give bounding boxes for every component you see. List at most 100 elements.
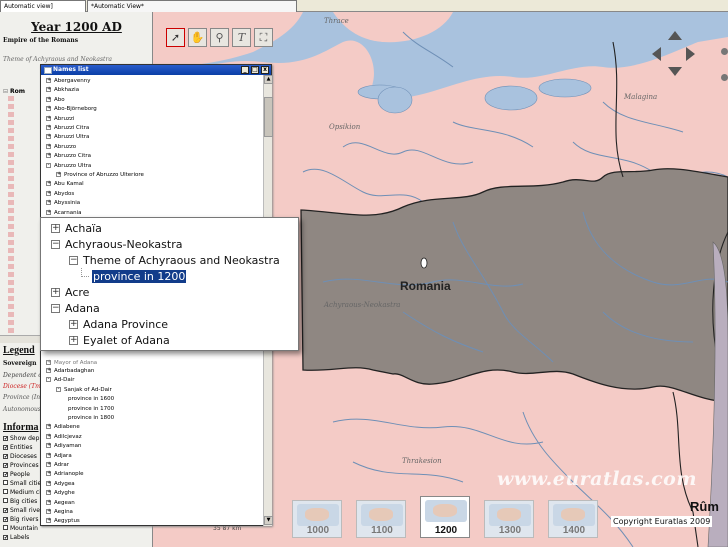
zoomed-list-item[interactable]: Acre: [65, 285, 89, 300]
pan-up-icon[interactable]: [668, 31, 682, 40]
expand-icon[interactable]: +: [46, 87, 51, 93]
layer-checkbox[interactable]: ✔ Provinces: [3, 461, 39, 470]
pan-down-icon[interactable]: [668, 67, 682, 76]
list-item[interactable]: + Adarbadaghan: [46, 367, 94, 375]
expand-icon[interactable]: +: [46, 433, 51, 439]
zoomed-list-item[interactable]: province in 1200: [92, 269, 187, 284]
checkbox-icon[interactable]: [3, 489, 8, 494]
checkbox-icon[interactable]: ✔: [3, 535, 8, 541]
expand-icon[interactable]: +: [46, 480, 51, 486]
expand-icon[interactable]: +: [46, 462, 51, 467]
expand-icon[interactable]: +: [46, 134, 51, 140]
list-item[interactable]: + Abyssinia: [46, 199, 80, 207]
checkbox-icon[interactable]: ✔: [3, 463, 8, 469]
collapse-icon[interactable]: -: [46, 162, 51, 168]
checkbox-icon[interactable]: ✔: [3, 517, 8, 523]
collapse-icon[interactable]: −: [51, 240, 60, 249]
list-item[interactable]: + Province of Abruzzo Ulteriore: [56, 171, 144, 179]
layer-checkbox[interactable]: ✔ Entities: [3, 443, 32, 452]
zoom-tool-icon[interactable]: ⚲: [210, 28, 229, 47]
list-item[interactable]: + Abu Kamal: [46, 180, 84, 188]
layer-checkbox[interactable]: Medium ci: [3, 488, 41, 497]
expand-icon[interactable]: +: [46, 368, 51, 373]
minimize-button[interactable]: _: [241, 66, 249, 74]
checkbox-icon[interactable]: [3, 480, 8, 485]
list-item[interactable]: + Adilcjevaz: [46, 433, 82, 441]
timeline-thumb-1300[interactable]: 1300: [484, 500, 534, 538]
zoomed-list-item[interactable]: Achyraous-Neokastra: [65, 237, 182, 252]
tab-automatic-view-2[interactable]: *Automatic View*: [87, 0, 297, 12]
expand-icon[interactable]: +: [46, 499, 51, 505]
list-item[interactable]: + Adjara: [46, 452, 72, 460]
expand-icon[interactable]: +: [46, 115, 51, 121]
expand-icon[interactable]: +: [51, 224, 60, 233]
scroll-down-icon[interactable]: ▼: [264, 516, 273, 525]
list-item[interactable]: + Abo-Björneborg: [46, 105, 97, 113]
expand-icon[interactable]: +: [46, 200, 51, 206]
expand-icon[interactable]: +: [46, 125, 51, 130]
layer-checkbox[interactable]: Mountain: [3, 524, 38, 533]
list-item[interactable]: + Adyghe: [46, 489, 75, 497]
list-item[interactable]: province in 1600: [66, 395, 114, 403]
timeline-thumb-1000[interactable]: 1000: [292, 500, 342, 538]
list-item[interactable]: + Aegina: [46, 508, 73, 516]
expand-icon[interactable]: +: [46, 153, 51, 159]
zoomed-list-item[interactable]: Adana Province: [83, 317, 168, 332]
checkbox-icon[interactable]: ✔: [3, 445, 8, 451]
list-item[interactable]: + Adiyaman: [46, 442, 82, 450]
pan-right-icon[interactable]: [686, 47, 695, 61]
layer-checkbox[interactable]: ✔ Big rivers: [3, 515, 38, 524]
scroll-up-icon[interactable]: ▲: [264, 75, 273, 84]
list-item[interactable]: + Adygea: [46, 480, 75, 488]
list-item[interactable]: + Aegean: [46, 499, 75, 507]
list-item[interactable]: + Acarnania: [46, 209, 81, 217]
expand-icon[interactable]: +: [46, 360, 51, 365]
list-item[interactable]: + Abruzzo Citra: [46, 152, 91, 160]
expand-icon[interactable]: +: [69, 336, 78, 345]
expand-icon[interactable]: +: [46, 424, 51, 430]
hand-tool-icon[interactable]: ✋: [188, 28, 207, 47]
list-item[interactable]: + Abruzzi Citra: [46, 124, 89, 132]
layer-checkbox[interactable]: ✔ Labels: [3, 533, 29, 542]
zoomed-list-item[interactable]: Theme of Achyraous and Neokastra: [83, 253, 280, 268]
list-item[interactable]: + Abruzzo: [46, 143, 76, 151]
expand-icon[interactable]: +: [46, 106, 51, 112]
expand-icon[interactable]: +: [46, 452, 51, 458]
list-item[interactable]: + Adrianople: [46, 470, 84, 478]
expand-icon[interactable]: +: [46, 509, 51, 514]
zoomed-list-item[interactable]: Mayor of Adana: [83, 349, 169, 350]
expand-icon[interactable]: +: [51, 288, 60, 297]
scroll-thumb[interactable]: [264, 97, 273, 137]
list-item[interactable]: + Mayor of Adana: [46, 359, 97, 367]
expand-icon[interactable]: +: [46, 443, 51, 449]
expand-icon[interactable]: +: [46, 78, 51, 83]
label-tool-icon[interactable]: ⛶: [254, 28, 273, 47]
expand-icon[interactable]: +: [46, 490, 51, 496]
close-button[interactable]: x: [261, 66, 269, 74]
list-item[interactable]: + Adiabene: [46, 423, 80, 431]
layer-checkbox[interactable]: Big cities: [3, 497, 37, 506]
expand-icon[interactable]: +: [46, 518, 51, 524]
list-item[interactable]: + Abkhazia: [46, 86, 79, 94]
layer-checkbox[interactable]: ✔ Small rive: [3, 506, 40, 515]
collapse-icon[interactable]: -: [56, 386, 61, 392]
list-item[interactable]: + Abo: [46, 96, 65, 104]
zoomed-list-item[interactable]: Eyalet of Adana: [83, 333, 170, 348]
list-item[interactable]: + Adrar: [46, 461, 69, 469]
tab-automatic-view-1[interactable]: Automatic view]: [0, 0, 86, 12]
list-item[interactable]: - Abruzzo Ultra: [46, 162, 91, 170]
list-item[interactable]: - Sanjak of Ad-Dair: [56, 386, 112, 394]
expand-icon[interactable]: +: [46, 471, 51, 477]
expand-icon[interactable]: +: [46, 143, 51, 149]
maximize-button[interactable]: □: [251, 66, 259, 74]
layer-checkbox[interactable]: ✔ Dioceses: [3, 452, 37, 461]
expand-icon[interactable]: +: [46, 190, 51, 196]
checkbox-icon[interactable]: [3, 525, 8, 530]
checkbox-icon[interactable]: ✔: [3, 508, 8, 514]
collapse-icon[interactable]: -: [46, 377, 51, 383]
list-item[interactable]: + Abruzzi Ultra: [46, 133, 89, 141]
tree-root[interactable]: ⊟ Rom: [3, 88, 41, 96]
list-item[interactable]: - Ad-Dair: [46, 376, 75, 384]
expand-icon[interactable]: +: [46, 209, 51, 215]
timeline-thumb-1200[interactable]: 1200: [420, 496, 470, 538]
